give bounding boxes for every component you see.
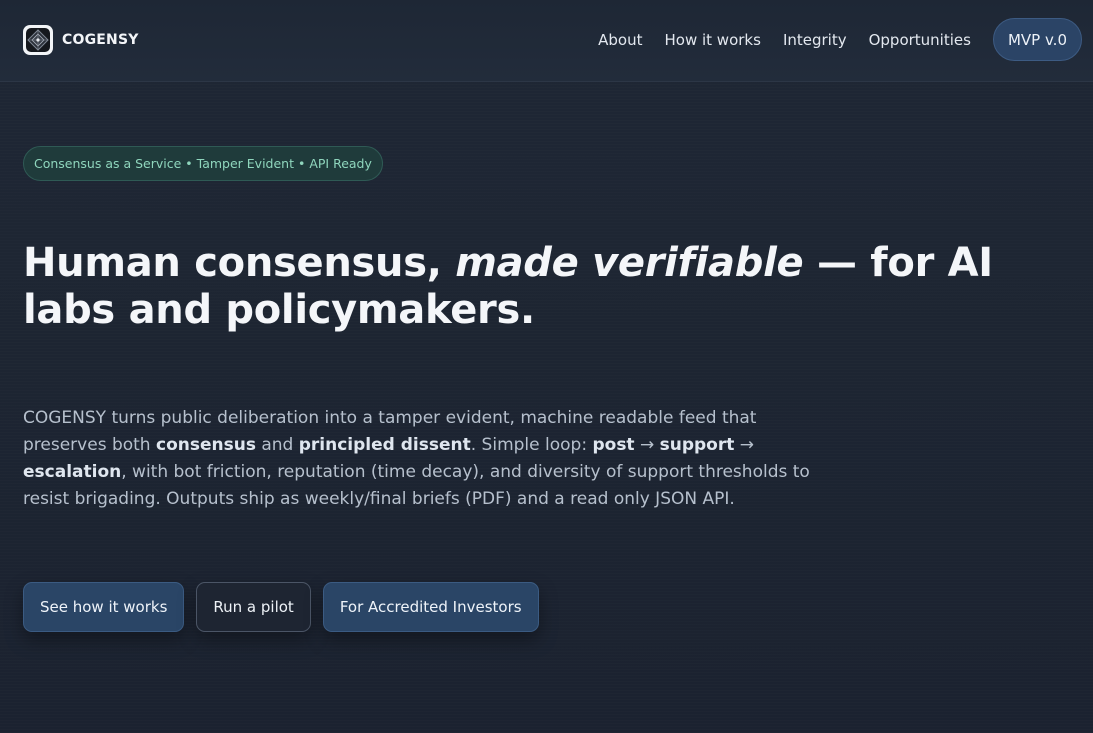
main-nav: About How it works Integrity Opportuniti… (598, 18, 1082, 61)
landing-page: COGENSY About How it works Integrity Opp… (0, 0, 1093, 733)
desc-principled-dissent: principled dissent (298, 435, 471, 455)
headline-part-1: Human consensus, (23, 240, 456, 286)
nav-opportunities[interactable]: Opportunities (869, 31, 971, 49)
desc-post: post (592, 435, 635, 455)
version-badge[interactable]: MVP v.0 (992, 18, 1082, 61)
brand-name: COGENSY (62, 32, 139, 48)
hero-headline: Human consensus, made verifiable — for A… (23, 240, 1073, 334)
desc-arrow-2: → (734, 435, 755, 455)
nav-integrity[interactable]: Integrity (783, 31, 847, 49)
cogensy-logo-icon (23, 25, 53, 55)
desc-arrow-1: → (634, 435, 660, 455)
desc-escalation: escalation (23, 462, 122, 482)
accredited-investors-button[interactable]: For Accredited Investors (322, 582, 539, 632)
nav-about[interactable]: About (598, 31, 642, 49)
desc-text-4: , with bot friction, reputation (time de… (23, 462, 810, 509)
see-how-it-works-button[interactable]: See how it works (23, 582, 185, 632)
top-header: COGENSY About How it works Integrity Opp… (0, 0, 1093, 82)
nav-how-it-works[interactable]: How it works (665, 31, 761, 49)
brand[interactable]: COGENSY (23, 25, 139, 55)
desc-consensus: consensus (156, 435, 256, 455)
tagline-pill: Consensus as a Service • Tamper Evident … (23, 146, 383, 181)
desc-text-3: . Simple loop: (470, 435, 593, 455)
hero-description: COGENSY turns public deliberation into a… (23, 405, 833, 513)
cta-row: See how it works Run a pilot For Accredi… (23, 582, 539, 632)
desc-text-2: and (255, 435, 299, 455)
headline-emphasis: made verifiable (455, 240, 804, 286)
desc-support: support (659, 435, 735, 455)
run-a-pilot-button[interactable]: Run a pilot (196, 582, 311, 632)
